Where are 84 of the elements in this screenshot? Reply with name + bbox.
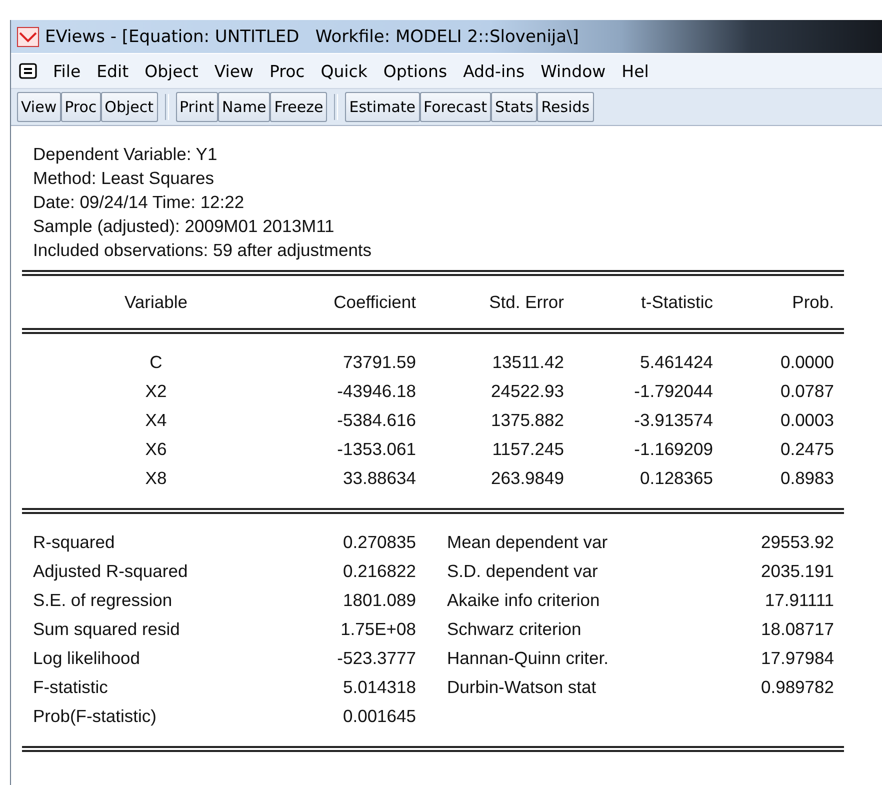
statistic-label: Mean dependent var xyxy=(446,531,609,554)
toolbar-button[interactable]: Print xyxy=(176,92,218,122)
menu-item[interactable]: Proc xyxy=(261,62,313,80)
menu-item[interactable]: Options xyxy=(375,62,456,80)
statistic-value: 18.08717 xyxy=(760,618,835,641)
table-cell-text: 0.8983 xyxy=(779,467,835,490)
table-cell-text: 33.88634 xyxy=(342,467,417,490)
statistic-label: Prob(F-statistic) xyxy=(32,705,158,728)
column-header: t-Statistic xyxy=(640,291,714,314)
table-cell-text: -5384.616 xyxy=(336,409,417,432)
column-header: Prob. xyxy=(791,291,835,314)
toolbar-button[interactable]: Proc xyxy=(60,92,101,122)
statistic-label: S.D. dependent var xyxy=(446,560,599,583)
statistic-value: 0.001645 xyxy=(342,705,417,728)
toolbar-button[interactable]: Object xyxy=(100,92,158,122)
info-line: Date: 09/24/14 Time: 12:22 xyxy=(33,191,246,214)
column-header: Coefficient xyxy=(332,291,417,314)
statistic-label: Akaike info criterion xyxy=(446,589,601,612)
statistic-value: 29553.92 xyxy=(760,531,835,554)
statistic-value: 0.989782 xyxy=(760,676,835,699)
statistic-value: 17.91111 xyxy=(764,589,835,612)
table-cell-text: -1.169209 xyxy=(633,438,714,461)
toolbar-button[interactable]: Estimate xyxy=(345,92,420,122)
statistic-value: -523.3777 xyxy=(336,647,417,670)
table-cell-text: C xyxy=(148,351,164,374)
table-cell-text: X6 xyxy=(144,438,168,461)
menu-item[interactable]: View xyxy=(206,62,262,80)
statistic-label: Log likelihood xyxy=(32,647,142,670)
toolbar-button[interactable]: Freeze xyxy=(270,92,328,122)
table-cell-text: X8 xyxy=(144,467,168,490)
info-line: Dependent Variable: Y1 xyxy=(33,143,218,166)
column-header: Variable xyxy=(124,291,188,314)
table-cell-text: 263.9849 xyxy=(490,467,565,490)
menu-item[interactable]: Hel xyxy=(614,62,657,80)
statistic-label: Adjusted R-squared xyxy=(32,560,189,583)
info-line: Included observations: 59 after adjustments xyxy=(33,239,373,262)
table-cell-text: X2 xyxy=(144,380,168,403)
table-cell-text: 24522.93 xyxy=(490,380,565,403)
table-cell-text: -43946.18 xyxy=(336,380,417,403)
toolbar-button[interactable]: Resids xyxy=(537,92,594,122)
table-cell-text: 13511.42 xyxy=(491,351,565,374)
statistic-value: 0.270835 xyxy=(342,531,417,554)
statistic-value: 1801.089 xyxy=(342,589,417,612)
table-cell-text: 0.2475 xyxy=(779,438,835,461)
statistic-value: 17.97984 xyxy=(760,647,835,670)
table-cell-text: 5.461424 xyxy=(639,351,714,374)
system-menu-icon[interactable] xyxy=(19,63,37,79)
statistic-label: S.E. of regression xyxy=(32,589,174,612)
window-title: EViews - [Equation: UNTITLED Workfile: MODELI 2::Slovenija\] xyxy=(45,26,579,46)
menu-item[interactable]: Object xyxy=(136,62,206,80)
statistic-label: R-squared xyxy=(32,531,116,554)
app-logo-icon xyxy=(17,26,39,46)
statistic-label: F-statistic xyxy=(32,676,109,699)
menu-item[interactable]: Quick xyxy=(312,62,376,80)
table-cell-text: 0.0000 xyxy=(779,351,835,374)
table-cell-text: 0.0787 xyxy=(779,380,835,403)
statistic-label: Sum squared resid xyxy=(32,618,181,641)
menu-item[interactable]: Add-ins xyxy=(455,62,533,80)
statistic-label: Hannan-Quinn criter. xyxy=(446,647,610,670)
table-cell-text: X4 xyxy=(144,409,168,432)
toolbar-button[interactable]: View xyxy=(17,92,61,122)
statistic-value: 2035.191 xyxy=(760,560,835,583)
toolbar-button[interactable]: Forecast xyxy=(420,92,491,122)
info-line: Sample (adjusted): 2009M01 2013M11 xyxy=(33,215,336,238)
statistic-value: 1.75E+08 xyxy=(340,618,417,641)
table-cell-text: 0.128365 xyxy=(639,467,714,490)
statistic-label: Durbin-Watson stat xyxy=(446,676,598,699)
statistic-value: 5.014318 xyxy=(342,676,417,699)
info-line: Method: Least Squares xyxy=(33,167,215,190)
table-cell-text: 1157.245 xyxy=(491,438,565,461)
statistic-value: 0.216822 xyxy=(342,560,417,583)
menu-item[interactable]: Edit xyxy=(88,62,137,80)
column-header: Std. Error xyxy=(488,291,565,314)
menu-item[interactable]: File xyxy=(45,62,89,80)
menu-item[interactable]: Window xyxy=(532,62,614,80)
table-cell-text: -1353.061 xyxy=(336,438,417,461)
table-cell-text: 73791.59 xyxy=(342,351,417,374)
table-cell-text: 0.0003 xyxy=(779,409,835,432)
table-cell-text: -3.913574 xyxy=(633,409,714,432)
statistic-label: Schwarz criterion xyxy=(446,618,582,641)
toolbar-button[interactable]: Stats xyxy=(490,92,538,122)
toolbar-button[interactable]: Name xyxy=(218,92,270,122)
table-cell-text: 1375.882 xyxy=(490,409,565,432)
table-cell-text: -1.792044 xyxy=(633,380,714,403)
